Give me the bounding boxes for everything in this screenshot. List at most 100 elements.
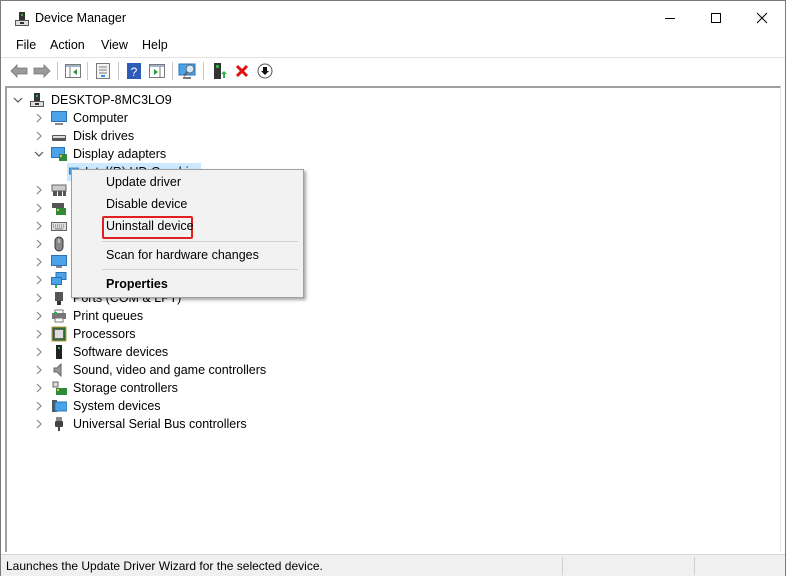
chevron-right-icon[interactable] bbox=[34, 401, 44, 411]
scan-hardware-button[interactable] bbox=[178, 61, 198, 81]
tree-item-disk-drives[interactable]: Disk drives bbox=[34, 127, 134, 145]
chevron-down-icon[interactable] bbox=[13, 95, 23, 105]
chevron-right-icon[interactable] bbox=[34, 329, 44, 339]
menu-item-properties[interactable]: Properties bbox=[106, 277, 168, 291]
status-separator bbox=[694, 557, 695, 575]
computer-root-icon bbox=[30, 93, 44, 107]
properties-button[interactable] bbox=[93, 61, 113, 81]
chevron-down-icon[interactable] bbox=[34, 149, 44, 159]
back-arrow-icon bbox=[10, 64, 28, 78]
processor-icon bbox=[51, 326, 67, 342]
port-icon bbox=[55, 292, 63, 305]
menu-view[interactable]: View bbox=[99, 38, 130, 52]
menu-bar: File Action View Help bbox=[1, 35, 785, 57]
printer-icon bbox=[52, 309, 66, 323]
tree-item-storage-controllers[interactable]: Storage controllers bbox=[34, 379, 178, 397]
tree-item-processors[interactable]: Processors bbox=[34, 325, 136, 343]
chevron-right-icon[interactable] bbox=[34, 203, 44, 213]
usb-icon bbox=[55, 417, 63, 431]
maximize-icon bbox=[711, 13, 721, 23]
menu-item-update-driver[interactable]: Update driver bbox=[106, 175, 181, 189]
uninstall-device-button[interactable] bbox=[232, 61, 252, 81]
chevron-right-icon[interactable] bbox=[34, 275, 44, 285]
show-hide-console-tree-icon bbox=[65, 64, 81, 78]
chevron-right-icon[interactable] bbox=[34, 257, 44, 267]
help-button[interactable]: ? bbox=[124, 61, 144, 81]
tree-item-software-devices[interactable]: Software devices bbox=[34, 343, 168, 361]
hid-icon bbox=[51, 184, 67, 196]
back-button[interactable] bbox=[9, 61, 29, 81]
menu-help[interactable]: Help bbox=[140, 38, 170, 52]
tree-item-system-devices[interactable]: System devices bbox=[34, 397, 161, 415]
status-separator bbox=[562, 557, 563, 575]
minimize-button[interactable] bbox=[647, 1, 693, 35]
chevron-right-icon[interactable] bbox=[34, 311, 44, 321]
title-bar: Device Manager bbox=[1, 1, 785, 35]
menu-item-disable-device[interactable]: Disable device bbox=[106, 197, 187, 211]
toolbar-separator bbox=[203, 62, 204, 80]
tree-root-label: DESKTOP-8MC3LO9 bbox=[51, 93, 172, 107]
show-hide-console-tree-button[interactable] bbox=[63, 61, 83, 81]
menu-separator bbox=[102, 241, 298, 242]
toolbar: ? bbox=[1, 57, 785, 83]
tree-item-label: System devices bbox=[73, 399, 161, 413]
keyboard-icon bbox=[51, 222, 67, 231]
toolbar-separator bbox=[87, 62, 88, 80]
chevron-right-icon[interactable] bbox=[34, 365, 44, 375]
tree-item-display-adapters[interactable]: Display adapters bbox=[34, 145, 166, 163]
svg-text:?: ? bbox=[131, 65, 138, 79]
chevron-right-icon[interactable] bbox=[34, 383, 44, 393]
menu-separator bbox=[102, 269, 298, 270]
show-hide-action-pane-icon bbox=[149, 64, 165, 78]
minimize-icon bbox=[665, 18, 675, 19]
update-driver-button[interactable] bbox=[209, 61, 229, 81]
context-menu: Update driver Disable device Uninstall d… bbox=[71, 169, 304, 298]
toolbar-separator bbox=[172, 62, 173, 80]
disable-device-button[interactable] bbox=[255, 61, 275, 81]
maximize-button[interactable] bbox=[693, 1, 739, 35]
tree-item-label: Storage controllers bbox=[73, 381, 178, 395]
computer-icon bbox=[51, 111, 67, 125]
chevron-right-icon[interactable] bbox=[34, 419, 44, 429]
uninstall-icon bbox=[235, 64, 249, 78]
chevron-right-icon[interactable] bbox=[34, 113, 44, 123]
toolbar-separator bbox=[118, 62, 119, 80]
tree-item-computer[interactable]: Computer bbox=[34, 109, 128, 127]
software-device-icon bbox=[56, 345, 62, 359]
window-title: Device Manager bbox=[35, 11, 127, 25]
display-adapter-icon bbox=[51, 147, 67, 161]
scan-hardware-icon bbox=[178, 63, 196, 79]
speaker-icon bbox=[53, 362, 62, 378]
chevron-right-icon[interactable] bbox=[34, 221, 44, 231]
tree-item-sound-video-game[interactable]: Sound, video and game controllers bbox=[34, 361, 266, 379]
chevron-right-icon[interactable] bbox=[34, 131, 44, 141]
device-tree[interactable]: DESKTOP-8MC3LO9 Computer Disk drives Dis… bbox=[5, 86, 781, 552]
tree-item-label: Software devices bbox=[73, 345, 169, 359]
chevron-right-icon[interactable] bbox=[34, 347, 44, 357]
tree-item-label: Sound, video and game controllers bbox=[73, 363, 267, 377]
disk-drive-icon bbox=[52, 135, 66, 141]
menu-item-scan-hardware[interactable]: Scan for hardware changes bbox=[106, 248, 259, 262]
tree-item-label: Display adapters bbox=[73, 147, 167, 161]
chevron-right-icon[interactable] bbox=[34, 239, 44, 249]
close-icon bbox=[756, 12, 768, 24]
tree-item-print-queues[interactable]: Print queues bbox=[34, 307, 143, 325]
device-manager-window: Device Manager File Action View Help ? D… bbox=[0, 0, 786, 576]
tree-item-usb-controllers[interactable]: Universal Serial Bus controllers bbox=[34, 415, 247, 433]
tree-root[interactable]: DESKTOP-8MC3LO9 bbox=[13, 91, 172, 109]
tree-item-label: Universal Serial Bus controllers bbox=[73, 417, 247, 431]
tree-item-label: Processors bbox=[73, 327, 136, 341]
status-bar: Launches the Update Driver Wizard for th… bbox=[1, 554, 785, 576]
forward-button[interactable] bbox=[32, 61, 52, 81]
chevron-right-icon[interactable] bbox=[34, 293, 44, 303]
menu-file[interactable]: File bbox=[14, 38, 38, 52]
show-hide-action-pane-button[interactable] bbox=[147, 61, 167, 81]
disable-device-icon bbox=[257, 63, 273, 79]
menu-item-uninstall-device[interactable]: Uninstall device bbox=[106, 219, 194, 233]
storage-controller-icon bbox=[52, 381, 67, 395]
tree-item-label: Disk drives bbox=[73, 129, 135, 143]
mouse-icon bbox=[54, 236, 64, 252]
close-button[interactable] bbox=[739, 1, 785, 35]
chevron-right-icon[interactable] bbox=[34, 185, 44, 195]
menu-action[interactable]: Action bbox=[48, 38, 87, 52]
